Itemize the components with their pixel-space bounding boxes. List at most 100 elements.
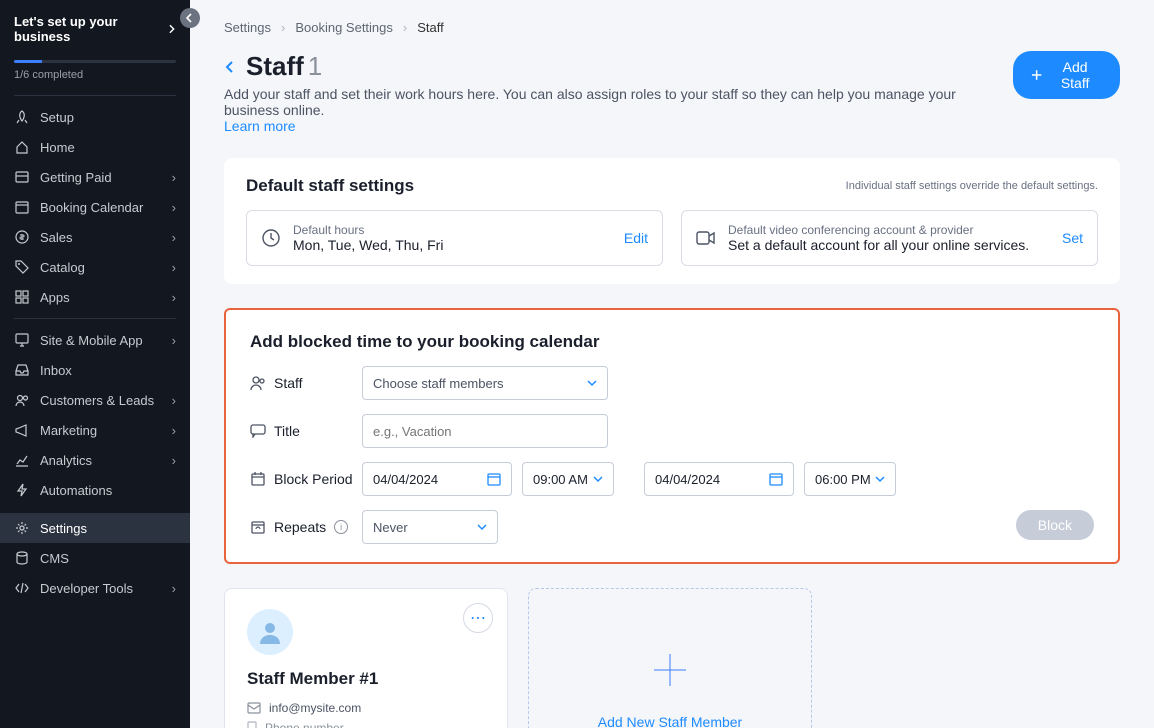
sidebar-item-label: Apps <box>40 290 172 305</box>
staff-select[interactable]: Choose staff members <box>362 366 608 400</box>
learn-more-link[interactable]: Learn more <box>224 118 296 134</box>
sidebar-item-site-mobile-app[interactable]: Site & Mobile App› <box>0 325 190 355</box>
sidebar-progress <box>14 60 176 63</box>
staff-card-name: Staff Member #1 <box>247 669 485 689</box>
end-time-select[interactable]: 06:00 PM <box>804 462 896 496</box>
back-button[interactable] <box>224 60 236 74</box>
sidebar-item-label: Automations <box>40 483 176 498</box>
start-date-value: 04/04/2024 <box>373 472 438 487</box>
staff-field-label: Staff <box>274 375 303 391</box>
staff-email-value: info@mysite.com <box>269 701 361 715</box>
sidebar-item-label: Site & Mobile App <box>40 333 172 348</box>
sidebar-item-apps[interactable]: Apps› <box>0 282 190 312</box>
default-video-label: Default video conferencing account & pro… <box>728 223 1050 237</box>
sidebar-item-customers-leads[interactable]: Customers & Leads› <box>0 385 190 415</box>
sidebar-item-sales[interactable]: Sales› <box>0 222 190 252</box>
chevron-down-icon <box>587 379 597 387</box>
sidebar-item-cms[interactable]: CMS <box>0 543 190 573</box>
staff-email-row[interactable]: info@mysite.com <box>247 701 485 715</box>
staff-select-value: Choose staff members <box>373 376 504 391</box>
sidebar-item-automations[interactable]: Automations <box>0 475 190 505</box>
sidebar-item-label: Inbox <box>40 363 176 378</box>
repeats-value: Never <box>373 520 408 535</box>
sidebar-item-label: Sales <box>40 230 172 245</box>
title-input[interactable] <box>362 414 608 448</box>
repeats-field-label: Repeats <box>274 519 326 535</box>
sidebar-item-label: Getting Paid <box>40 170 172 185</box>
users-icon <box>14 392 30 408</box>
sidebar-item-home[interactable]: Home <box>0 132 190 162</box>
chevron-down-icon <box>875 475 885 483</box>
sidebar-item-setup[interactable]: Setup <box>0 102 190 132</box>
home-icon <box>14 139 30 155</box>
repeats-select[interactable]: Never <box>362 510 498 544</box>
chevron-right-icon: › <box>281 20 285 35</box>
default-video-value: Set a default account for all your onlin… <box>728 237 1050 253</box>
more-options-button[interactable]: ⋯ <box>463 603 493 633</box>
chevron-right-icon: › <box>172 230 176 245</box>
blocked-time-title: Add blocked time to your booking calenda… <box>250 332 1094 352</box>
chevron-right-icon: › <box>172 453 176 468</box>
default-settings-card: Default staff settings Individual staff … <box>224 158 1120 284</box>
db-icon <box>14 550 30 566</box>
comment-icon <box>250 424 266 438</box>
add-staff-card[interactable]: Add New Staff Member <box>528 588 812 728</box>
sidebar-setup-header[interactable]: Let's set up your business <box>0 0 190 52</box>
sidebar-item-settings[interactable]: Settings <box>0 513 190 543</box>
plus-icon <box>646 646 694 694</box>
default-video-box: Default video conferencing account & pro… <box>681 210 1098 266</box>
add-staff-button[interactable]: Add Staff <box>1013 51 1120 99</box>
chevron-right-icon <box>168 24 176 34</box>
info-icon[interactable]: i <box>334 520 348 534</box>
sidebar-item-developer-tools[interactable]: Developer Tools› <box>0 573 190 603</box>
block-button: Block <box>1016 510 1094 540</box>
chevron-right-icon: › <box>172 260 176 275</box>
sidebar: Let's set up your business 1/6 completed… <box>0 0 190 728</box>
default-hours-label: Default hours <box>293 223 612 237</box>
dollar-icon <box>14 229 30 245</box>
chevron-right-icon: › <box>172 393 176 408</box>
page-subtitle: Add your staff and set their work hours … <box>224 86 1013 134</box>
sidebar-item-getting-paid[interactable]: Getting Paid› <box>0 162 190 192</box>
edit-hours-button[interactable]: Edit <box>624 230 648 246</box>
start-date-input[interactable]: 04/04/2024 <box>362 462 512 496</box>
default-hours-box: Default hours Mon, Tue, Wed, Thu, Fri Ed… <box>246 210 663 266</box>
avatar <box>247 609 293 655</box>
blocked-time-card: Add blocked time to your booking calenda… <box>224 308 1120 564</box>
breadcrumb-booking-settings[interactable]: Booking Settings <box>295 20 393 35</box>
breadcrumb-settings[interactable]: Settings <box>224 20 271 35</box>
sidebar-item-label: Catalog <box>40 260 172 275</box>
sidebar-item-analytics[interactable]: Analytics› <box>0 445 190 475</box>
breadcrumb-staff[interactable]: Staff <box>417 20 444 35</box>
set-video-button[interactable]: Set <box>1062 230 1083 246</box>
code-icon <box>14 580 30 596</box>
sidebar-collapse-button[interactable] <box>180 8 200 28</box>
end-date-input[interactable]: 04/04/2024 <box>644 462 794 496</box>
default-settings-hint: Individual staff settings override the d… <box>846 180 1098 192</box>
sidebar-item-marketing[interactable]: Marketing› <box>0 415 190 445</box>
end-time-value: 06:00 PM <box>815 472 871 487</box>
breadcrumb: Settings › Booking Settings › Staff <box>224 20 1120 35</box>
add-staff-button-label: Add Staff <box>1048 59 1102 91</box>
block-period-label: Block Period <box>274 471 353 487</box>
sidebar-item-catalog[interactable]: Catalog› <box>0 252 190 282</box>
chevron-right-icon: › <box>172 581 176 596</box>
end-date-value: 04/04/2024 <box>655 472 720 487</box>
plus-icon <box>1031 69 1042 81</box>
calendar-icon <box>250 471 266 487</box>
sidebar-item-label: Setup <box>40 110 176 125</box>
inbox-icon <box>14 362 30 378</box>
chevron-right-icon: › <box>172 170 176 185</box>
sidebar-item-label: Home <box>40 140 176 155</box>
staff-phone-row[interactable]: Phone number <box>247 721 485 728</box>
staff-member-card: ⋯ Staff Member #1 info@mysite.com Phone … <box>224 588 508 728</box>
rocket-icon <box>14 109 30 125</box>
chevron-right-icon: › <box>403 20 407 35</box>
calendar-icon <box>769 472 783 486</box>
start-time-select[interactable]: 09:00 AM <box>522 462 614 496</box>
sidebar-item-inbox[interactable]: Inbox <box>0 355 190 385</box>
calendar-icon <box>487 472 501 486</box>
sidebar-item-label: Booking Calendar <box>40 200 172 215</box>
sidebar-item-booking-calendar[interactable]: Booking Calendar› <box>0 192 190 222</box>
sidebar-progress-label: 1/6 completed <box>14 69 176 81</box>
